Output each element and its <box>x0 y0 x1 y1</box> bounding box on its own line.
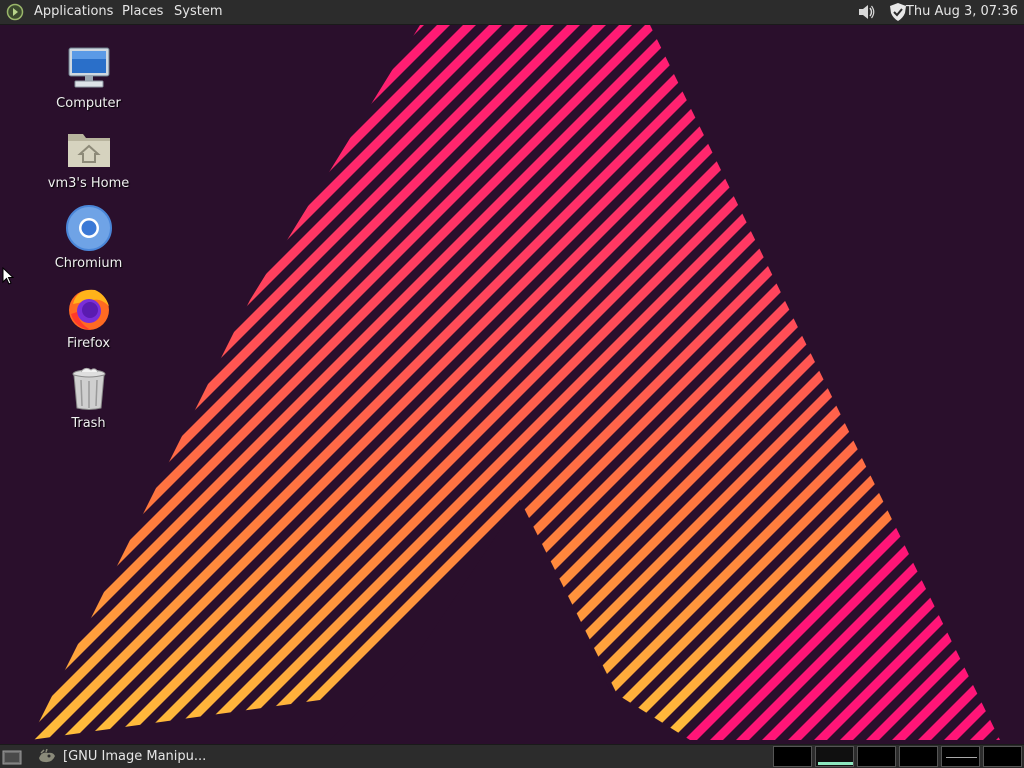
desktop-icon-home[interactable]: vm3's Home <box>36 124 141 191</box>
workspace-4[interactable] <box>899 746 938 767</box>
menu-applications[interactable]: Applications <box>34 4 113 20</box>
speaker-icon[interactable] <box>856 2 876 22</box>
show-desktop-icon[interactable] <box>2 748 22 766</box>
top-panel: Applications Places System Thu Aug 3, 07… <box>0 0 1024 25</box>
workspace-1[interactable] <box>773 746 812 767</box>
desktop-icon-label: Computer <box>56 96 121 111</box>
clock[interactable]: Thu Aug 3, 07:36 <box>906 4 1018 20</box>
computer-icon <box>68 47 109 88</box>
desktop-icon-label: Chromium <box>54 256 123 271</box>
system-menu-logo-icon[interactable] <box>6 3 24 21</box>
desktop-icon-chromium[interactable]: Chromium <box>36 204 141 271</box>
desktop-icon-computer[interactable]: Computer <box>36 44 141 111</box>
desktop-icon-label: vm3's Home <box>47 176 130 191</box>
active-window-indicator <box>818 762 853 765</box>
home-folder-icon <box>67 134 110 167</box>
desktop-icon-firefox[interactable]: Firefox <box>36 284 141 351</box>
desktop: Applications Places System Thu Aug 3, 07… <box>0 0 1024 768</box>
workspace-6[interactable] <box>983 746 1022 767</box>
desktop-icon-label: Trash <box>71 416 106 431</box>
workspace-switcher <box>773 746 1023 768</box>
taskbar-button-gimp[interactable]: [GNU Image Manipu... <box>38 747 338 767</box>
desktop-wallpaper <box>0 0 1024 768</box>
mouse-cursor-icon <box>2 267 14 285</box>
trash-icon <box>72 367 105 410</box>
desktop-icon-label: Firefox <box>66 336 111 351</box>
workspace-3[interactable] <box>857 746 896 767</box>
gimp-icon <box>39 749 55 763</box>
workspace-2[interactable] <box>815 746 854 767</box>
workspace-5[interactable] <box>941 746 980 767</box>
firefox-icon <box>68 289 109 330</box>
menu-system[interactable]: System <box>174 4 222 20</box>
desktop-icon-trash[interactable]: Trash <box>36 364 141 431</box>
window-indicator <box>946 757 977 758</box>
menu-places[interactable]: Places <box>122 4 163 20</box>
taskbar-button-label: [GNU Image Manipu... <box>63 749 207 764</box>
bottom-panel: [GNU Image Manipu... <box>0 744 1024 768</box>
chromium-icon <box>65 205 112 251</box>
